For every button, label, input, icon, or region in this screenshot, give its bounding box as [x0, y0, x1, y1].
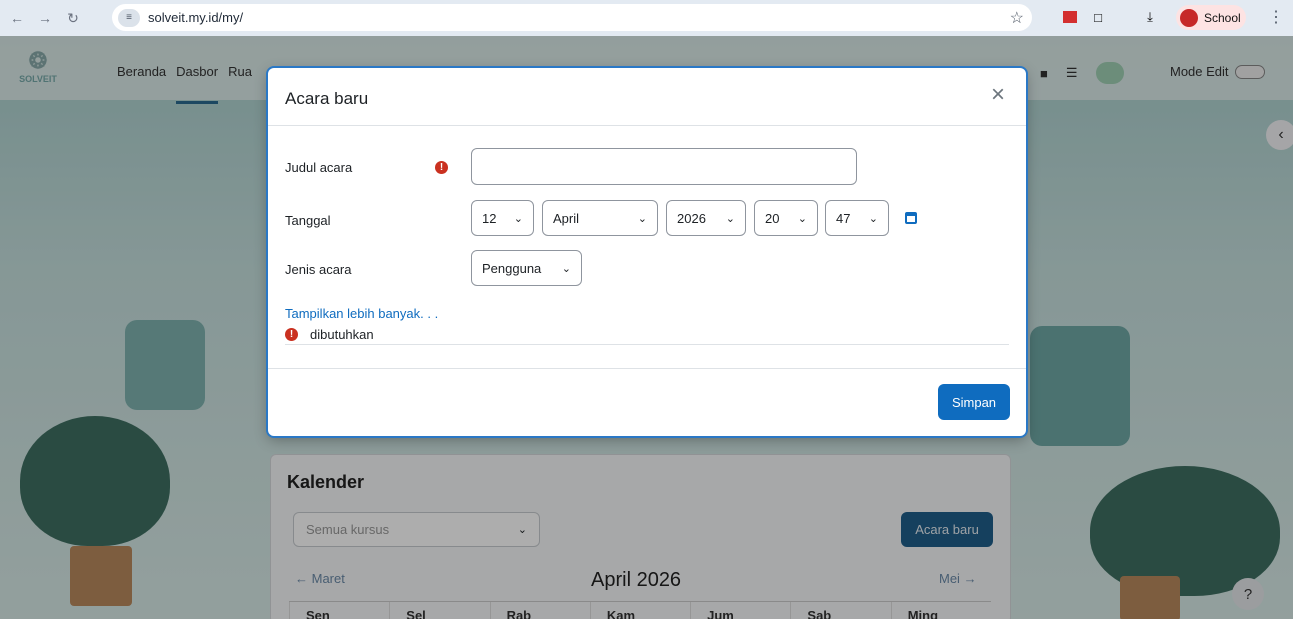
event-type-label: Jenis acara — [285, 262, 352, 277]
event-type-select[interactable]: Pengguna ⌄ — [471, 250, 582, 286]
chevron-down-icon: ⌄ — [513, 212, 523, 225]
reload-icon[interactable]: ↻ — [62, 7, 84, 29]
save-button[interactable]: Simpan — [938, 384, 1010, 420]
back-icon[interactable]: ← — [6, 7, 28, 29]
date-label: Tanggal — [285, 213, 331, 228]
modal-footer — [268, 368, 1026, 436]
day-select[interactable]: 12 ⌄ — [471, 200, 534, 236]
profile-name: School — [1204, 10, 1241, 25]
show-more-link[interactable]: Tampilkan lebih banyak. . . — [285, 306, 438, 321]
hour-value: 20 — [765, 210, 780, 226]
chevron-down-icon: ⌄ — [561, 262, 571, 275]
event-title-label: Judul acara — [285, 160, 353, 175]
minute-value: 47 — [836, 210, 851, 226]
required-exclamation-icon: ! — [435, 161, 448, 174]
chevron-down-icon: ⌄ — [637, 212, 647, 225]
profile-avatar — [1180, 8, 1198, 27]
browser-menu-icon[interactable]: ⋮ — [1268, 7, 1284, 27]
month-select[interactable]: April ⌄ — [542, 200, 658, 236]
download-icon[interactable]: ⤓ — [1140, 7, 1160, 27]
chevron-down-icon: ⌄ — [797, 212, 807, 225]
calendar-icon[interactable] — [905, 212, 917, 224]
day-value: 12 — [482, 210, 497, 226]
modal-header: Acara baru × — [268, 68, 1026, 126]
required-note-text: dibutuhkan — [310, 327, 374, 342]
month-value: April — [553, 210, 580, 226]
chevron-down-icon: ⌄ — [725, 212, 735, 225]
hour-select[interactable]: 20 ⌄ — [754, 200, 818, 236]
exclamation-circle-icon: ! — [285, 328, 298, 341]
new-event-modal: Acara baru × Judul acara ! Tanggal 12 ⌄ … — [268, 68, 1026, 436]
site-info-icon[interactable]: ≡ — [118, 8, 140, 27]
year-value: 2026 — [677, 210, 706, 226]
extensions-puzzle-icon[interactable]: □ — [1088, 7, 1108, 27]
url-text: solveit.my.id/my/ — [148, 10, 244, 25]
address-bar[interactable]: ≡ solveit.my.id/my/ ☆ — [112, 4, 1032, 31]
bookmark-star-icon[interactable]: ☆ — [1010, 8, 1024, 28]
extension-icon[interactable] — [1060, 7, 1080, 27]
profile-button[interactable]: School — [1176, 5, 1246, 30]
close-icon[interactable]: × — [986, 83, 1010, 108]
required-note: ! dibutuhkan — [285, 327, 374, 342]
forward-icon[interactable]: → — [34, 7, 56, 29]
event-title-input[interactable] — [471, 148, 857, 185]
browser-toolbar: ← → ↻ ≡ solveit.my.id/my/ ☆ □ ⤓ School ⋮ — [0, 0, 1293, 36]
year-select[interactable]: 2026 ⌄ — [666, 200, 746, 236]
chevron-down-icon: ⌄ — [868, 212, 878, 225]
event-type-value: Pengguna — [482, 260, 542, 276]
minute-select[interactable]: 47 ⌄ — [825, 200, 889, 236]
divider — [285, 344, 1009, 345]
modal-title: Acara baru — [285, 89, 369, 108]
